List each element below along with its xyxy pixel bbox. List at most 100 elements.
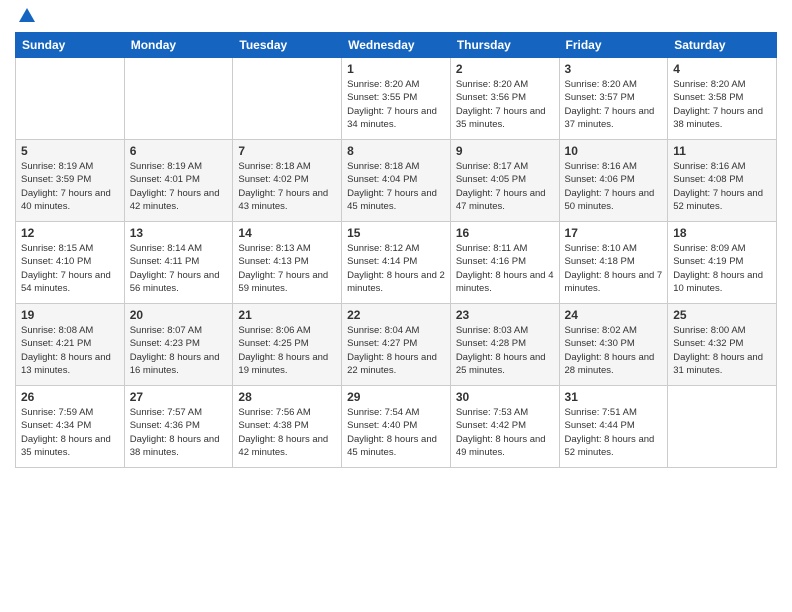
calendar-cell: 19Sunrise: 8:08 AM Sunset: 4:21 PM Dayli… — [16, 304, 125, 386]
day-number: 26 — [21, 390, 119, 404]
day-info: Sunrise: 7:54 AM Sunset: 4:40 PM Dayligh… — [347, 406, 445, 459]
day-number: 6 — [130, 144, 228, 158]
day-info: Sunrise: 7:57 AM Sunset: 4:36 PM Dayligh… — [130, 406, 228, 459]
day-number: 22 — [347, 308, 445, 322]
day-number: 2 — [456, 62, 554, 76]
calendar-cell — [16, 58, 125, 140]
day-info: Sunrise: 8:03 AM Sunset: 4:28 PM Dayligh… — [456, 324, 554, 377]
weekday-header-friday: Friday — [559, 33, 668, 58]
day-info: Sunrise: 8:17 AM Sunset: 4:05 PM Dayligh… — [456, 160, 554, 213]
calendar-cell: 8Sunrise: 8:18 AM Sunset: 4:04 PM Daylig… — [342, 140, 451, 222]
day-number: 24 — [565, 308, 663, 322]
day-number: 27 — [130, 390, 228, 404]
day-info: Sunrise: 8:18 AM Sunset: 4:02 PM Dayligh… — [238, 160, 336, 213]
calendar-cell: 14Sunrise: 8:13 AM Sunset: 4:13 PM Dayli… — [233, 222, 342, 304]
day-info: Sunrise: 8:16 AM Sunset: 4:08 PM Dayligh… — [673, 160, 771, 213]
calendar-cell: 11 Sunrise: 8:16 AM Sunset: 4:08 PM Dayli… — [668, 140, 777, 222]
calendar-cell: 9 Sunrise: 8:17 AM Sunset: 4:05 PM Daylig… — [450, 140, 559, 222]
weekday-header-monday: Monday — [124, 33, 233, 58]
day-number: 3 — [565, 62, 663, 76]
day-number: 25 — [673, 308, 771, 322]
day-number: 1 — [347, 62, 445, 76]
calendar-cell — [124, 58, 233, 140]
day-number: 28 — [238, 390, 336, 404]
day-number: 11 — [673, 144, 771, 158]
calendar-cell: 16 Sunrise: 8:11 AM Sunset: 4:16 PM Dayli… — [450, 222, 559, 304]
day-info: Sunrise: 8:10 AM Sunset: 4:18 PM Dayligh… — [565, 242, 663, 295]
day-info: Sunrise: 7:56 AM Sunset: 4:38 PM Dayligh… — [238, 406, 336, 459]
day-info: Sunrise: 8:20 AM Sunset: 3:56 PM Dayligh… — [456, 78, 554, 131]
day-number: 30 — [456, 390, 554, 404]
calendar-cell: 26 Sunrise: 7:59 AM Sunset: 4:34 PM Dayli… — [16, 386, 125, 468]
weekday-header-thursday: Thursday — [450, 33, 559, 58]
calendar-week-5: 26 Sunrise: 7:59 AM Sunset: 4:34 PM Dayli… — [16, 386, 777, 468]
day-number: 15 — [347, 226, 445, 240]
day-number: 10 — [565, 144, 663, 158]
day-info: Sunrise: 8:02 AM Sunset: 4:30 PM Dayligh… — [565, 324, 663, 377]
day-info: Sunrise: 8:09 AM Sunset: 4:19 PM Dayligh… — [673, 242, 771, 295]
day-info: Sunrise: 8:06 AM Sunset: 4:25 PM Dayligh… — [238, 324, 336, 377]
day-info: Sunrise: 8:07 AM Sunset: 4:23 PM Dayligh… — [130, 324, 228, 377]
day-number: 23 — [456, 308, 554, 322]
day-info: Sunrise: 8:19 AM Sunset: 3:59 PM Dayligh… — [21, 160, 119, 213]
day-number: 8 — [347, 144, 445, 158]
calendar-cell: 20 Sunrise: 8:07 AM Sunset: 4:23 PM Dayli… — [124, 304, 233, 386]
day-info: Sunrise: 8:20 AM Sunset: 3:55 PM Dayligh… — [347, 78, 445, 131]
day-info: Sunrise: 7:51 AM Sunset: 4:44 PM Dayligh… — [565, 406, 663, 459]
day-info: Sunrise: 8:00 AM Sunset: 4:32 PM Dayligh… — [673, 324, 771, 377]
calendar-header-row: SundayMondayTuesdayWednesdayThursdayFrid… — [16, 33, 777, 58]
day-info: Sunrise: 7:53 AM Sunset: 4:42 PM Dayligh… — [456, 406, 554, 459]
logo — [15, 10, 37, 26]
calendar-cell: 23 Sunrise: 8:03 AM Sunset: 4:28 PM Dayli… — [450, 304, 559, 386]
calendar-cell: 1 Sunrise: 8:20 AM Sunset: 3:55 PM Daylig… — [342, 58, 451, 140]
day-number: 7 — [238, 144, 336, 158]
weekday-header-sunday: Sunday — [16, 33, 125, 58]
day-number: 21 — [238, 308, 336, 322]
calendar-cell: 31 Sunrise: 7:51 AM Sunset: 4:44 PM Dayli… — [559, 386, 668, 468]
calendar-cell: 4 Sunrise: 8:20 AM Sunset: 3:58 PM Daylig… — [668, 58, 777, 140]
calendar-week-1: 1 Sunrise: 8:20 AM Sunset: 3:55 PM Daylig… — [16, 58, 777, 140]
header — [15, 10, 777, 26]
calendar-cell: 10Sunrise: 8:16 AM Sunset: 4:06 PM Dayli… — [559, 140, 668, 222]
calendar-cell — [233, 58, 342, 140]
logo-icon — [17, 6, 37, 26]
day-info: Sunrise: 8:11 AM Sunset: 4:16 PM Dayligh… — [456, 242, 554, 295]
calendar-cell: 22 Sunrise: 8:04 AM Sunset: 4:27 PM Dayli… — [342, 304, 451, 386]
day-number: 29 — [347, 390, 445, 404]
calendar-cell: 5 Sunrise: 8:19 AM Sunset: 3:59 PM Daylig… — [16, 140, 125, 222]
day-info: Sunrise: 8:15 AM Sunset: 4:10 PM Dayligh… — [21, 242, 119, 295]
calendar: SundayMondayTuesdayWednesdayThursdayFrid… — [15, 32, 777, 468]
day-number: 9 — [456, 144, 554, 158]
calendar-cell: 25 Sunrise: 8:00 AM Sunset: 4:32 PM Dayli… — [668, 304, 777, 386]
day-info: Sunrise: 8:08 AM Sunset: 4:21 PM Dayligh… — [21, 324, 119, 377]
day-info: Sunrise: 8:20 AM Sunset: 3:58 PM Dayligh… — [673, 78, 771, 131]
day-number: 20 — [130, 308, 228, 322]
page: SundayMondayTuesdayWednesdayThursdayFrid… — [0, 0, 792, 612]
calendar-cell: 12 Sunrise: 8:15 AM Sunset: 4:10 PM Dayli… — [16, 222, 125, 304]
calendar-week-2: 5 Sunrise: 8:19 AM Sunset: 3:59 PM Daylig… — [16, 140, 777, 222]
day-number: 4 — [673, 62, 771, 76]
day-info: Sunrise: 8:04 AM Sunset: 4:27 PM Dayligh… — [347, 324, 445, 377]
day-number: 18 — [673, 226, 771, 240]
calendar-cell: 17 Sunrise: 8:10 AM Sunset: 4:18 PM Dayli… — [559, 222, 668, 304]
calendar-cell: 6 Sunrise: 8:19 AM Sunset: 4:01 PM Daylig… — [124, 140, 233, 222]
day-info: Sunrise: 7:59 AM Sunset: 4:34 PM Dayligh… — [21, 406, 119, 459]
day-number: 5 — [21, 144, 119, 158]
calendar-cell: 21 Sunrise: 8:06 AM Sunset: 4:25 PM Dayli… — [233, 304, 342, 386]
calendar-cell: 2 Sunrise: 8:20 AM Sunset: 3:56 PM Daylig… — [450, 58, 559, 140]
calendar-cell: 18 Sunrise: 8:09 AM Sunset: 4:19 PM Dayli… — [668, 222, 777, 304]
calendar-cell: 3 Sunrise: 8:20 AM Sunset: 3:57 PM Daylig… — [559, 58, 668, 140]
calendar-cell: 27 Sunrise: 7:57 AM Sunset: 4:36 PM Dayli… — [124, 386, 233, 468]
day-number: 12 — [21, 226, 119, 240]
day-number: 17 — [565, 226, 663, 240]
weekday-header-wednesday: Wednesday — [342, 33, 451, 58]
day-number: 14 — [238, 226, 336, 240]
day-info: Sunrise: 8:14 AM Sunset: 4:11 PM Dayligh… — [130, 242, 228, 295]
day-number: 31 — [565, 390, 663, 404]
calendar-cell: 7 Sunrise: 8:18 AM Sunset: 4:02 PM Daylig… — [233, 140, 342, 222]
day-info: Sunrise: 8:19 AM Sunset: 4:01 PM Dayligh… — [130, 160, 228, 213]
calendar-cell: 24 Sunrise: 8:02 AM Sunset: 4:30 PM Dayli… — [559, 304, 668, 386]
day-info: Sunrise: 8:20 AM Sunset: 3:57 PM Dayligh… — [565, 78, 663, 131]
calendar-cell: 28 Sunrise: 7:56 AM Sunset: 4:38 PM Dayli… — [233, 386, 342, 468]
day-number: 16 — [456, 226, 554, 240]
